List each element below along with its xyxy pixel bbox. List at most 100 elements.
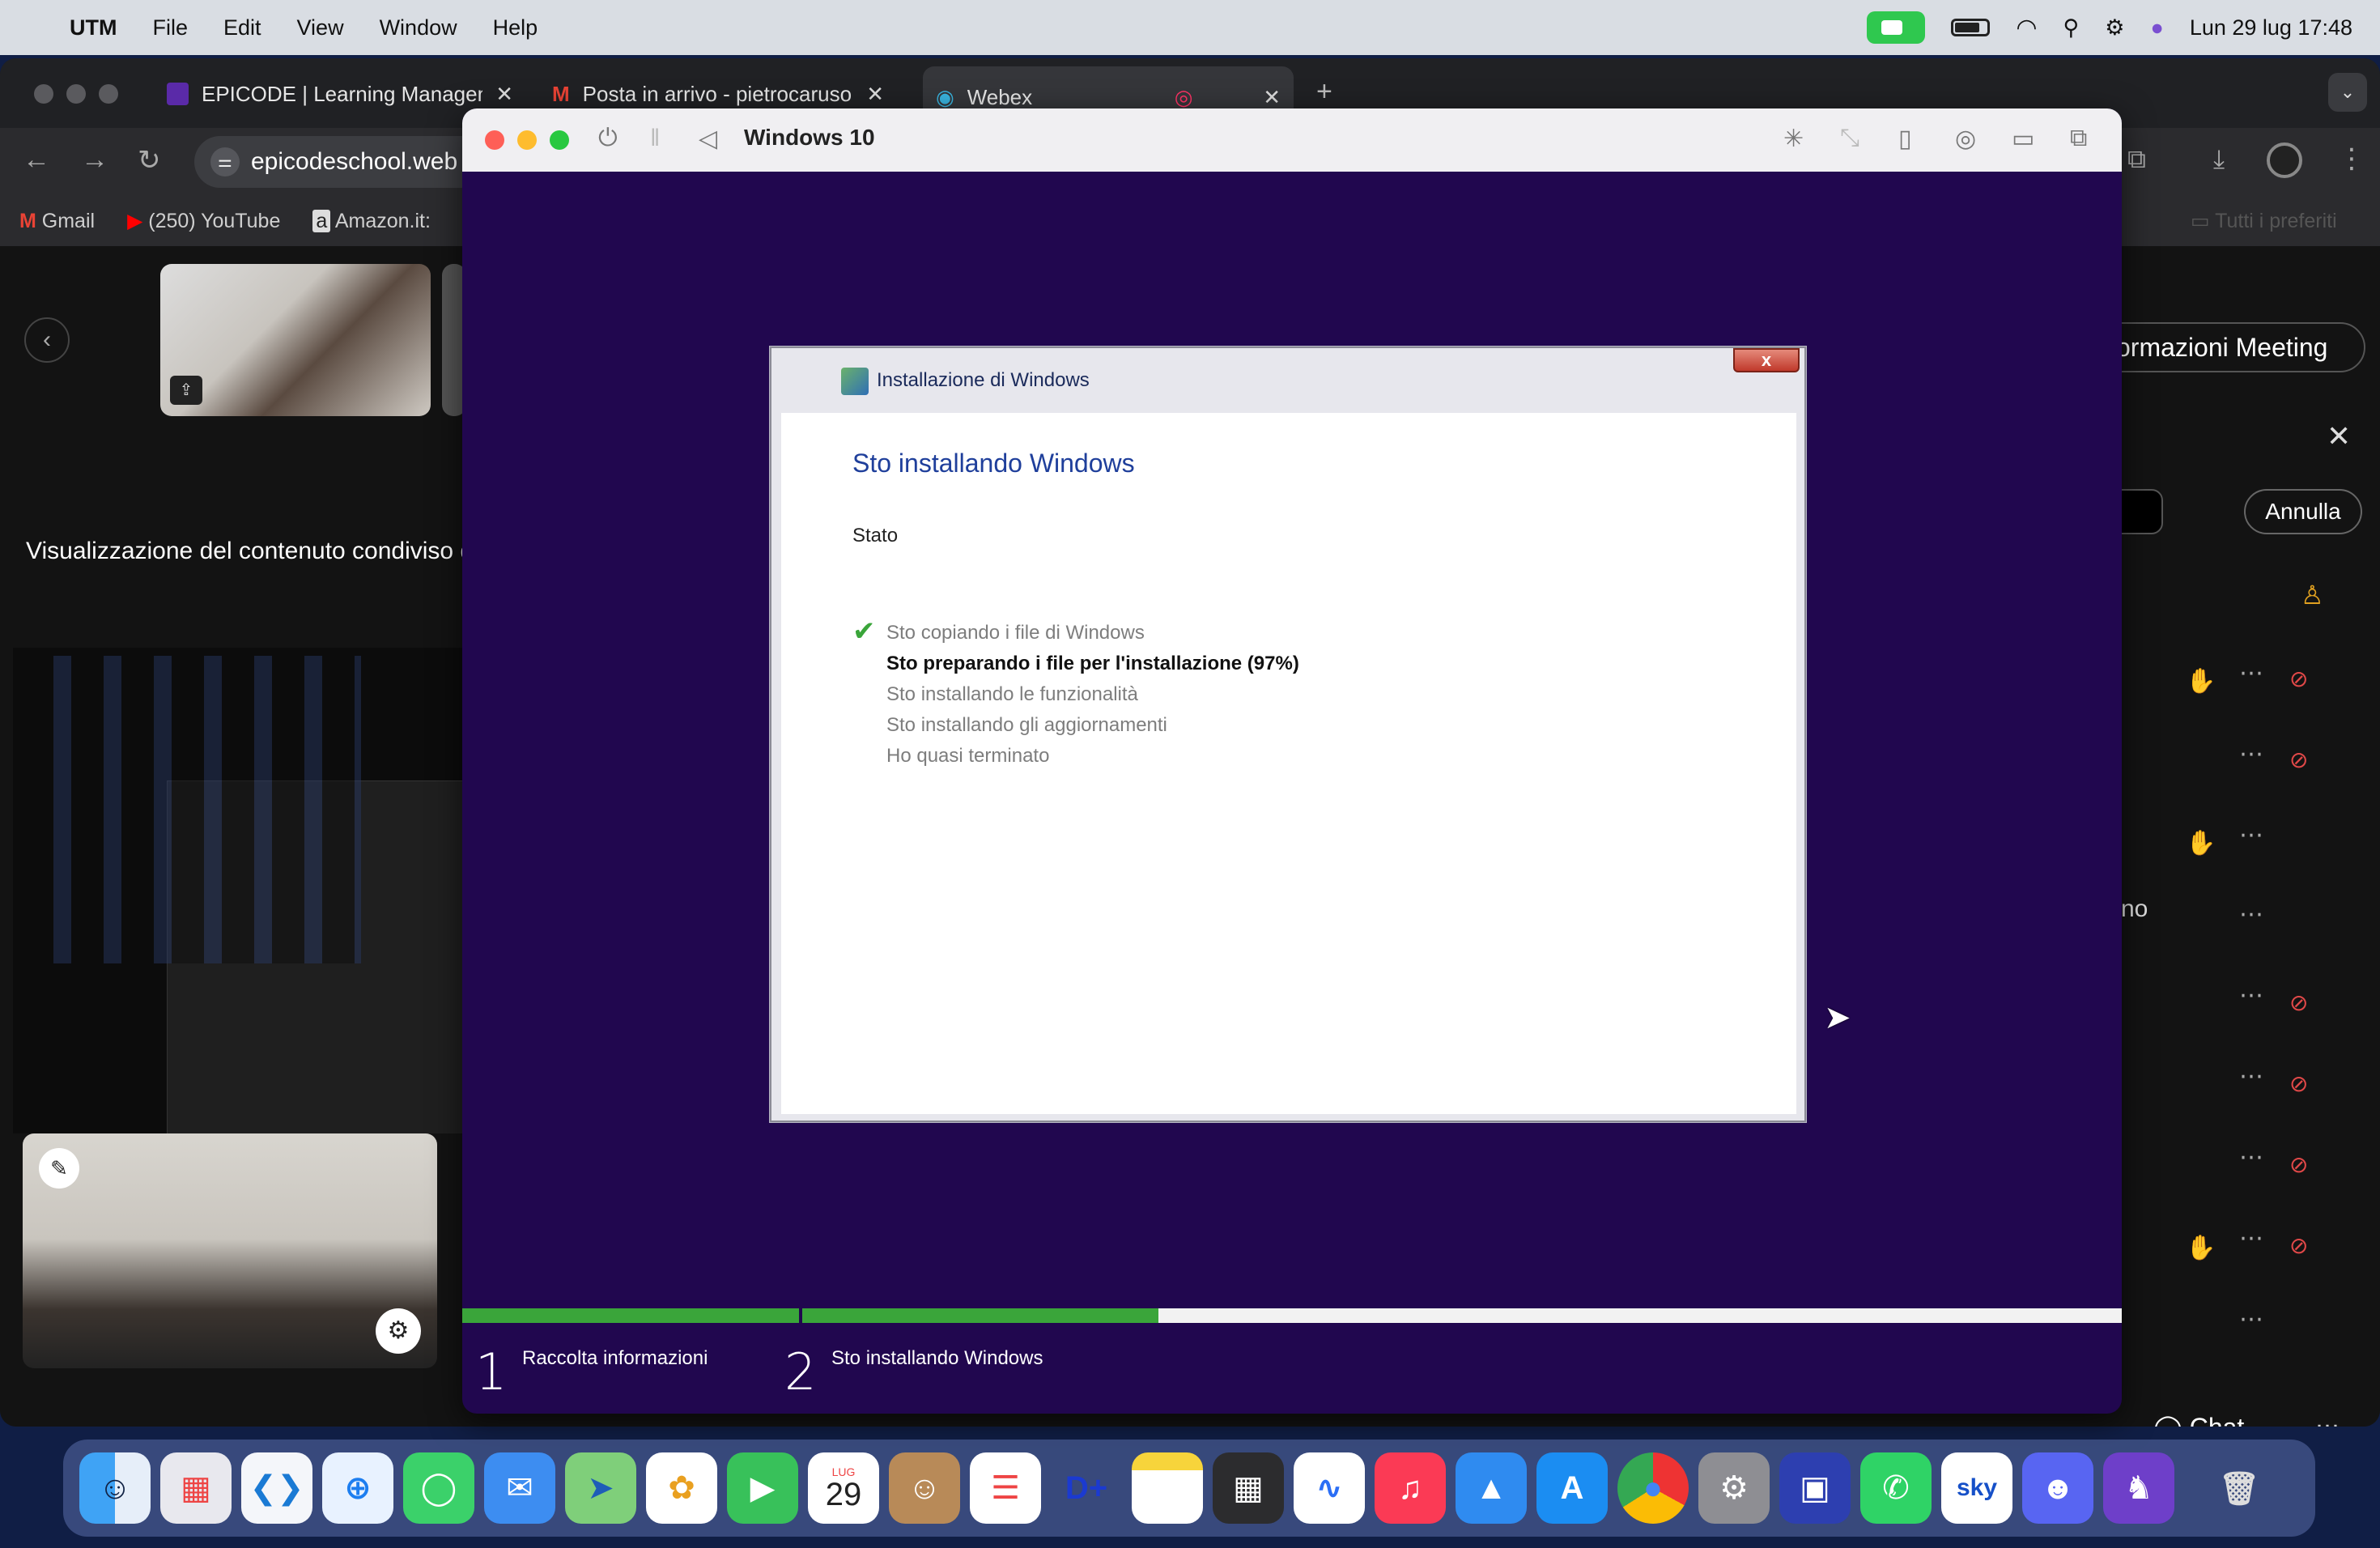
close-window-icon[interactable] <box>34 84 53 104</box>
facetime-icon[interactable]: ▶ <box>727 1452 798 1524</box>
phase1-label: Raccolta informazioni <box>522 1347 708 1369</box>
pause-icon[interactable]: ‖ <box>650 125 660 152</box>
pin-icon[interactable]: ✎ <box>39 1148 79 1189</box>
all-bookmarks-label: Tutti i preferiti <box>2215 210 2337 232</box>
tab-close-icon[interactable]: ✕ <box>866 82 884 107</box>
more-options-icon[interactable]: ⋯ <box>2239 900 2263 929</box>
wifi-icon[interactable]: ◠ <box>2016 14 2037 42</box>
more-options-icon[interactable]: ⋯ <box>2239 1062 2263 1091</box>
reload-icon[interactable]: ↻ <box>138 144 161 176</box>
more-menu-icon[interactable]: ⋯ <box>2315 1412 2340 1427</box>
trash-icon[interactable]: 🗑 <box>2204 1452 2275 1524</box>
spotlight-search-icon[interactable]: ⚲ <box>2063 15 2080 40</box>
music-icon[interactable]: ♫ <box>1375 1452 1446 1524</box>
menu-help[interactable]: Help <box>493 15 538 40</box>
tab-close-icon[interactable]: ✕ <box>495 82 513 107</box>
drive-icon[interactable]: ◎ <box>1955 125 1976 153</box>
windows-setup-dialog: Installazione di Windows x Sto installan… <box>770 347 1806 1122</box>
capture-input-icon[interactable]: ✳ <box>1783 125 1804 153</box>
app-store-icon[interactable]: A <box>1536 1452 1608 1524</box>
windows-icon[interactable]: ⧉ <box>2070 125 2087 152</box>
discord-icon[interactable]: ☻ <box>2022 1452 2093 1524</box>
tab-list-button[interactable]: ⌄ <box>2328 73 2367 112</box>
safari-icon[interactable]: ⊕ <box>322 1452 393 1524</box>
keynote-icon[interactable]: ▲ <box>1456 1452 1527 1524</box>
more-options-icon[interactable]: ⋯ <box>2239 1224 2263 1252</box>
whatsapp-icon[interactable]: ✆ <box>1860 1452 1932 1524</box>
minimize-window-icon[interactable] <box>517 130 537 150</box>
more-options-icon[interactable]: ⋯ <box>2239 981 2263 1010</box>
menu-file[interactable]: File <box>152 15 188 40</box>
photos-icon[interactable]: ✿ <box>646 1452 717 1524</box>
vscode-icon[interactable]: ❮❯ <box>241 1452 312 1524</box>
freeform-icon[interactable]: ∿ <box>1294 1452 1365 1524</box>
self-video-tile[interactable]: ✎ ⚙ <box>23 1133 437 1368</box>
messages-icon[interactable]: ◯ <box>403 1452 474 1524</box>
menubar-clock[interactable]: Lun 29 lug 17:48 <box>2190 15 2352 40</box>
more-options-icon[interactable]: ⋯ <box>2239 821 2263 849</box>
resize-icon[interactable]: ⤡ <box>1840 125 1859 152</box>
zoom-window-icon[interactable] <box>550 130 569 150</box>
video-settings-icon[interactable]: ⚙ <box>376 1308 421 1354</box>
shared-screen-preview[interactable] <box>13 648 463 1133</box>
calendar-icon[interactable]: LUG 29 <box>808 1452 879 1524</box>
battery-icon[interactable] <box>1951 19 1991 36</box>
dialog-close-button[interactable]: x <box>1733 348 1800 372</box>
zoom-window-icon[interactable] <box>99 84 118 104</box>
calculator-icon[interactable]: ▦ <box>1213 1452 1284 1524</box>
more-options-icon[interactable]: ⋯ <box>2239 1143 2263 1172</box>
shared-folder-icon[interactable]: ▭ <box>2012 125 2034 153</box>
forward-icon[interactable]: → <box>81 144 108 176</box>
close-panel-icon[interactable]: ✕ <box>2327 419 2351 453</box>
more-options-icon[interactable]: ⋯ <box>2239 1305 2263 1333</box>
back-icon[interactable]: ← <box>23 144 50 176</box>
url-text[interactable]: epicodeschool.web <box>251 148 457 176</box>
control-center-icon[interactable]: ⚙ <box>2105 15 2124 40</box>
annulla-button[interactable]: Annulla <box>2244 489 2362 534</box>
menu-app-name[interactable]: UTM <box>70 15 117 40</box>
download-icon[interactable]: ⤓ <box>2213 144 2225 175</box>
finder-icon[interactable]: ☺ <box>79 1452 151 1524</box>
reminders-icon[interactable]: ☰ <box>970 1452 1041 1524</box>
menu-edit[interactable]: Edit <box>223 15 261 40</box>
bookmark-youtube[interactable]: ▶ (250) YouTube <box>127 209 280 233</box>
sky-go-icon[interactable]: sky <box>1941 1452 2012 1524</box>
usb-icon[interactable]: ▯ <box>1898 125 1912 153</box>
contacts-icon[interactable]: ☺ <box>889 1452 960 1524</box>
browser-menu-icon[interactable]: ⋮ <box>2338 142 2365 175</box>
chrome-icon[interactable]: ● <box>1617 1452 1689 1524</box>
camera-indicator-icon[interactable] <box>1867 11 1926 44</box>
siri-icon[interactable]: ● <box>2151 15 2164 40</box>
maps-icon[interactable]: ➤ <box>565 1452 636 1524</box>
chat-button[interactable]: ◯ Chat <box>2153 1412 2244 1427</box>
restart-icon[interactable]: ◁ <box>699 125 717 153</box>
site-settings-icon[interactable]: ⚌ <box>210 147 240 176</box>
menu-window[interactable]: Window <box>380 15 457 40</box>
dialog-body: Sto installando Windows Stato ✔ Sto copi… <box>781 413 1796 1114</box>
more-options-icon[interactable]: ⋯ <box>2239 740 2263 768</box>
raised-hand-icon: ✋ <box>2186 668 2216 695</box>
muted-mic-icon: ⊘ <box>2289 1152 2309 1177</box>
screen-share-icon[interactable]: ⇪ <box>170 376 202 405</box>
minimize-window-icon[interactable] <box>66 84 86 104</box>
bookmark-amazon[interactable]: a Amazon.it: <box>312 209 431 233</box>
github-desktop-icon[interactable]: ♞ <box>2103 1452 2174 1524</box>
profile-avatar[interactable] <box>2267 142 2302 178</box>
new-tab-button[interactable]: + <box>1316 76 1332 108</box>
power-icon[interactable]: ⏻ <box>598 125 618 152</box>
system-settings-icon[interactable]: ⚙ <box>1698 1452 1770 1524</box>
prev-video-button[interactable]: ‹ <box>24 317 70 363</box>
mail-icon[interactable]: ✉ <box>484 1452 555 1524</box>
close-window-icon[interactable] <box>485 130 504 150</box>
extensions-icon[interactable]: ⧉ <box>2127 144 2146 175</box>
participant-video-thumbnail[interactable]: ⇪ <box>160 264 431 416</box>
launchpad-icon[interactable]: ▦ <box>160 1452 232 1524</box>
more-options-icon[interactable]: ⋯ <box>2239 659 2263 687</box>
notes-icon[interactable] <box>1132 1452 1203 1524</box>
tab-close-icon[interactable]: ✕ <box>1263 85 1281 110</box>
disney-plus-icon[interactable]: D+ <box>1051 1452 1122 1524</box>
menu-view[interactable]: View <box>297 15 344 40</box>
all-bookmarks[interactable]: ▭ Tutti i preferiti <box>2191 209 2337 233</box>
bookmark-gmail[interactable]: M Gmail <box>19 210 95 233</box>
utm-app-icon[interactable]: ▣ <box>1779 1452 1851 1524</box>
